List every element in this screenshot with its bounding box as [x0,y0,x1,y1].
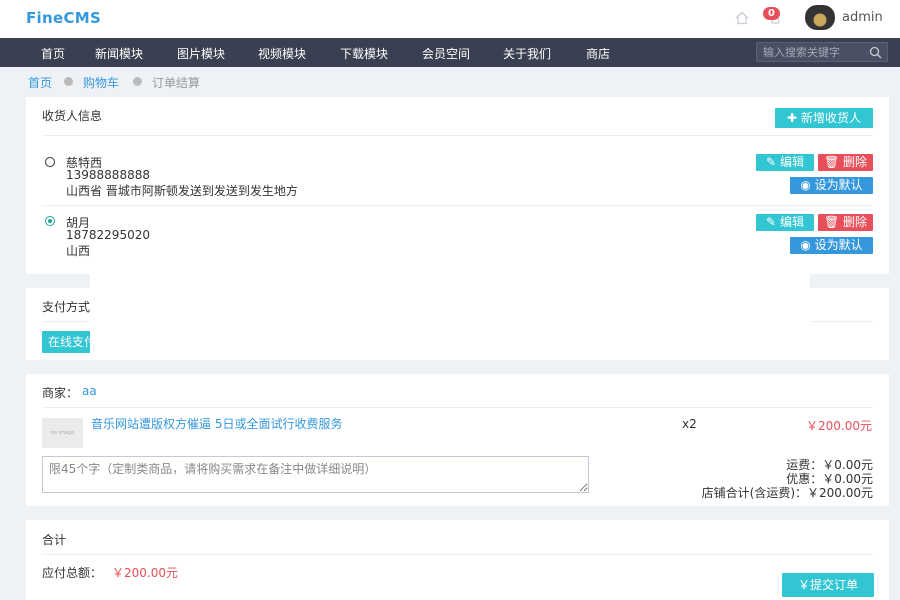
edit-icon: ✎ [766,215,777,229]
avatar[interactable] [805,5,835,30]
nav-item-downloads[interactable]: 下载模块 [340,45,388,62]
set-default-button[interactable]: ◉ 设为默认 [790,177,873,194]
divider [42,135,873,136]
address-detail: 山西 [66,244,91,258]
edit-address-button[interactable]: ✎ 编辑 [756,154,814,171]
site-logo[interactable]: FineCMS [26,9,101,27]
trash-icon: 🗑 [823,155,840,169]
notification-badge: 0 [763,7,780,20]
edit-address-button[interactable]: ✎ 编辑 [756,214,814,231]
delete-address-button[interactable]: 🗑 删除 [818,214,873,231]
consignee-card: 收货人信息 ✚ 新增收货人 慈特西 13988888888 山西省 晋城市阿斯顿… [26,97,889,274]
username[interactable]: admin [842,10,883,25]
plus-icon: ✚ [787,111,798,125]
delete-label: 删除 [843,155,868,169]
set-default-label: 设为默认 [814,178,863,192]
address-phone: 18782295020 [66,228,150,242]
address-radio[interactable] [45,157,55,167]
add-consignee-button[interactable]: ✚ 新增收货人 [775,108,873,128]
edit-icon: ✎ [766,155,777,169]
divider [42,407,873,408]
add-consignee-label: 新增收货人 [800,111,861,125]
breadcrumb-checkout: 订单结算 [152,76,201,90]
eye-icon: ◉ [800,178,811,192]
total-amount: ￥200.00元 [112,566,178,580]
edit-label: 编辑 [779,155,804,169]
product-quantity: x2 [682,417,697,431]
trash-icon: 🗑 [823,215,840,229]
store-total: 店铺合计(含运费)：￥200.00元 [701,486,873,500]
set-default-button[interactable]: ◉ 设为默认 [790,237,873,254]
divider [42,554,873,555]
merchant-label: 商家： [42,386,79,400]
breadcrumb-separator [133,77,142,86]
search-input[interactable] [763,45,863,60]
nav-item-home[interactable]: 首页 [41,45,65,62]
loading-overlay [90,262,810,360]
breadcrumb-separator [64,77,73,86]
set-default-label: 设为默认 [814,238,863,252]
search-icon[interactable] [869,46,882,59]
merchant-name[interactable]: aa [82,384,97,398]
product-thumbnail[interactable]: no image [42,418,83,448]
nav-item-member[interactable]: 会员空间 [422,45,470,62]
product-price: ￥200.00元 [806,419,872,433]
divider [42,205,873,206]
home-icon[interactable] [735,11,749,25]
breadcrumb-cart[interactable]: 购物车 [83,74,119,91]
nav-item-shop[interactable]: 商店 [586,45,610,62]
payment-title: 支付方式 [42,300,91,314]
delete-address-button[interactable]: 🗑 删除 [818,154,873,171]
total-label: 应付总额： [42,566,103,580]
search-box [756,42,888,62]
nav-item-news[interactable]: 新闻模块 [95,45,143,62]
consignee-title: 收货人信息 [42,109,103,123]
nav-item-videos[interactable]: 视频模块 [258,45,306,62]
top-bar: FineCMS 0 admin [0,0,900,38]
nav-item-about[interactable]: 关于我们 [503,45,551,62]
address-detail: 山西省 晋城市阿斯顿发送到发送到发生地方 [66,184,298,198]
delete-label: 删除 [843,215,868,229]
order-note-input[interactable] [42,456,589,493]
product-link[interactable]: 音乐网站遭版权方催逼 5日或全面试行收费服务 [91,415,342,432]
nav-item-images[interactable]: 图片模块 [177,45,225,62]
address-phone: 13988888888 [66,168,150,182]
address-radio-selected[interactable] [45,216,55,226]
breadcrumb-home[interactable]: 首页 [28,74,52,91]
edit-label: 编辑 [779,215,804,229]
submit-order-button[interactable]: ￥提交订单 [782,573,874,597]
total-card: 合计 [26,520,889,600]
total-title: 合计 [42,533,67,547]
eye-icon: ◉ [800,238,811,252]
